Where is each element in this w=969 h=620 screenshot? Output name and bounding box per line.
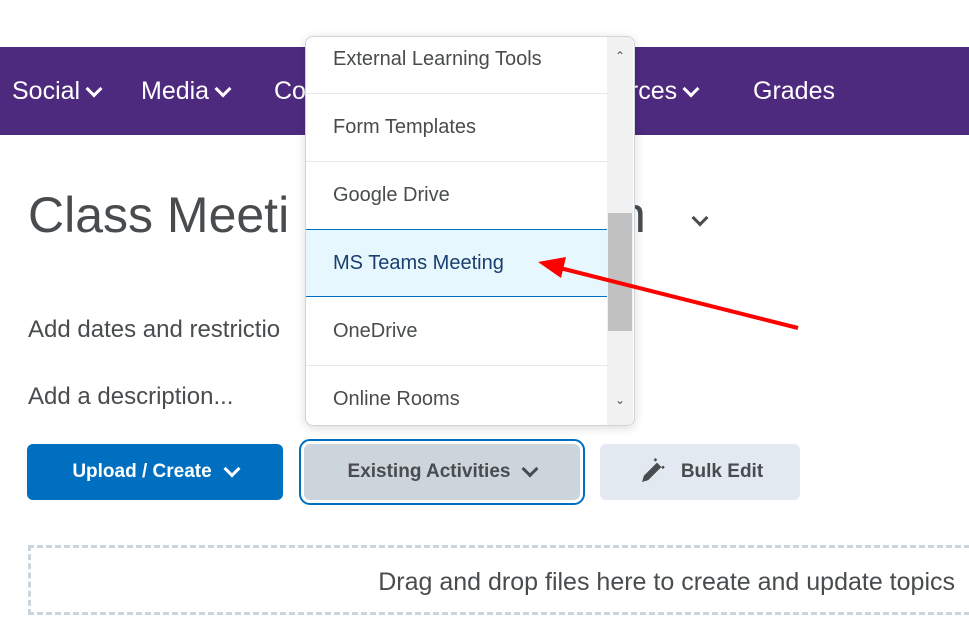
- arrow-line: [559, 266, 799, 330]
- annotation-arrow: [538, 257, 799, 330]
- arrow-head: [538, 257, 566, 278]
